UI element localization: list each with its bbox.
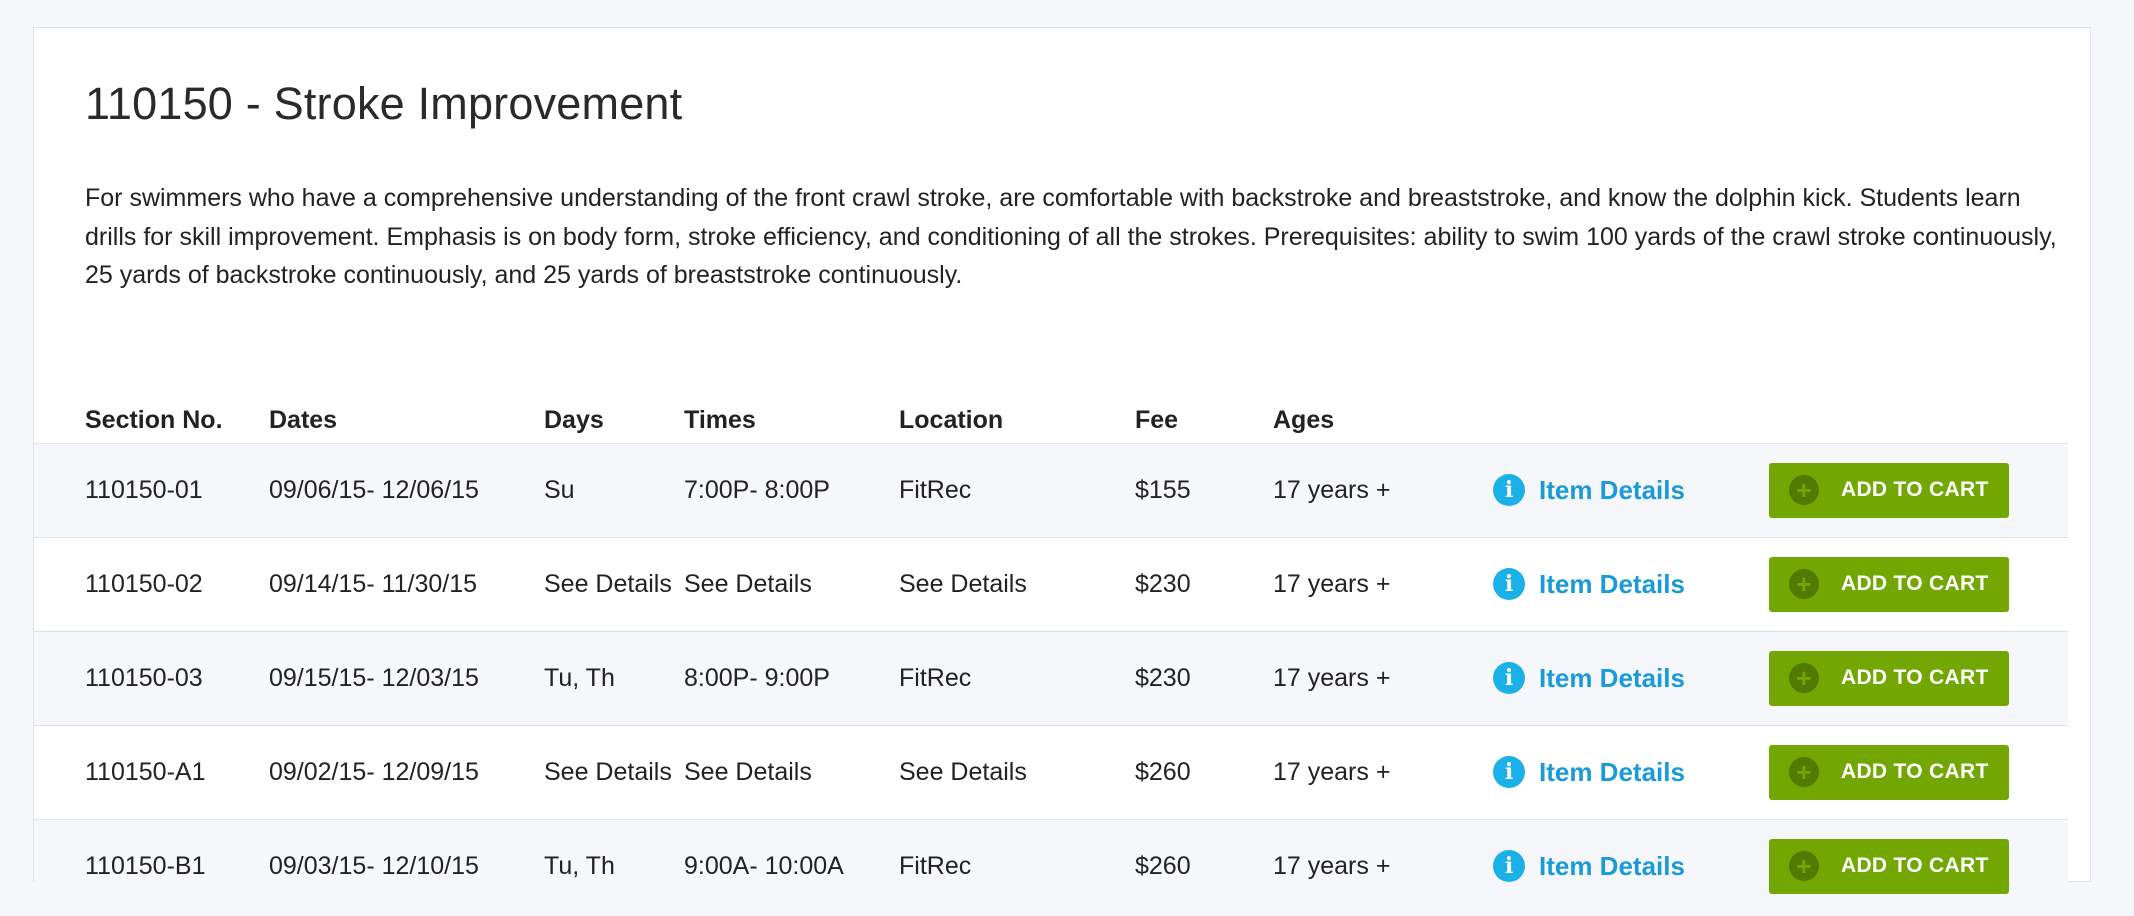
sections-table: Section No. Dates Days Times Location Fe… bbox=[34, 368, 2068, 913]
add-to-cart-label: ADD TO CART bbox=[1841, 572, 1989, 595]
section-ages: 17 years + bbox=[1273, 725, 1493, 820]
item-details-link[interactable]: i Item Details bbox=[1493, 474, 1685, 506]
add-to-cart-label: ADD TO CART bbox=[1841, 478, 1989, 501]
plus-circle-icon: + bbox=[1789, 475, 1819, 505]
info-icon: i bbox=[1493, 850, 1525, 883]
add-to-cart-button[interactable]: + ADD TO CART bbox=[1769, 838, 2009, 894]
details-cell: i Item Details bbox=[1493, 443, 1769, 538]
section-days: See Details bbox=[544, 725, 684, 820]
item-details-link[interactable]: i Item Details bbox=[1493, 568, 1685, 600]
details-cell: i Item Details bbox=[1493, 819, 1769, 913]
add-to-cart-label: ADD TO CART bbox=[1841, 854, 1989, 878]
item-details-link[interactable]: i Item Details bbox=[1493, 662, 1685, 694]
course-description: For swimmers who have a comprehensive un… bbox=[85, 184, 2057, 289]
section-location: See Details bbox=[899, 537, 1135, 632]
item-details-label: Item Details bbox=[1539, 662, 1685, 693]
header-ages: Ages bbox=[1273, 368, 1493, 444]
header-location: Location bbox=[899, 368, 1135, 444]
details-cell: i Item Details bbox=[1493, 537, 1769, 632]
section-fee: $230 bbox=[1135, 631, 1273, 726]
header-details-spacer bbox=[1493, 368, 1769, 444]
item-details-link[interactable]: i Item Details bbox=[1493, 850, 1685, 883]
plus-circle-icon: + bbox=[1789, 663, 1819, 693]
item-details-label: Item Details bbox=[1539, 850, 1685, 881]
info-icon: i bbox=[1493, 474, 1525, 506]
section-ages: 17 years + bbox=[1273, 443, 1493, 538]
cart-cell: + ADD TO CART bbox=[1769, 631, 2068, 726]
cart-cell: + ADD TO CART bbox=[1769, 443, 2068, 538]
header-fee: Fee bbox=[1135, 368, 1273, 444]
section-days: Tu, Th bbox=[544, 819, 684, 913]
add-to-cart-label: ADD TO CART bbox=[1841, 666, 1989, 689]
section-ages: 17 years + bbox=[1273, 631, 1493, 726]
section-ages: 17 years + bbox=[1273, 819, 1493, 913]
info-icon: i bbox=[1493, 756, 1525, 788]
section-ages: 17 years + bbox=[1273, 537, 1493, 632]
details-cell: i Item Details bbox=[1493, 725, 1769, 820]
section-dates: 09/06/15- 12/06/15 bbox=[269, 443, 544, 538]
header-days: Days bbox=[544, 368, 684, 444]
cart-cell: + ADD TO CART bbox=[1769, 819, 2068, 913]
section-times: 8:00P- 9:00P bbox=[684, 631, 899, 726]
add-to-cart-button[interactable]: + ADD TO CART bbox=[1769, 556, 2009, 612]
details-cell: i Item Details bbox=[1493, 631, 1769, 726]
item-details-label: Item Details bbox=[1539, 474, 1685, 505]
section-number: 110150-B1 bbox=[34, 819, 269, 913]
header-times: Times bbox=[684, 368, 899, 444]
plus-circle-icon: + bbox=[1789, 757, 1819, 787]
header-cart-spacer bbox=[1769, 368, 2068, 444]
table-row: 110150-A1 09/02/15- 12/09/15 See Details… bbox=[34, 725, 2068, 820]
section-number: 110150-03 bbox=[34, 631, 269, 726]
header-section: Section No. bbox=[34, 368, 269, 444]
section-fee: $230 bbox=[1135, 537, 1273, 632]
section-location: FitRec bbox=[899, 819, 1135, 913]
section-location: FitRec bbox=[899, 631, 1135, 726]
section-dates: 09/02/15- 12/09/15 bbox=[269, 725, 544, 820]
section-times: See Details bbox=[684, 725, 899, 820]
section-times: 9:00A- 10:00A bbox=[684, 819, 899, 913]
section-fee: $260 bbox=[1135, 725, 1273, 820]
section-number: 110150-A1 bbox=[34, 725, 269, 820]
section-location: See Details bbox=[899, 725, 1135, 820]
course-title: 110150 - Stroke Improvement bbox=[85, 78, 683, 129]
item-details-label: Item Details bbox=[1539, 756, 1685, 787]
info-icon: i bbox=[1493, 662, 1525, 694]
section-fee: $155 bbox=[1135, 443, 1273, 538]
table-row: 110150-03 09/15/15- 12/03/15 Tu, Th 8:00… bbox=[34, 631, 2068, 726]
header-dates: Dates bbox=[269, 368, 544, 444]
section-days: Tu, Th bbox=[544, 631, 684, 726]
plus-circle-icon: + bbox=[1789, 851, 1819, 882]
add-to-cart-button[interactable]: + ADD TO CART bbox=[1769, 462, 2009, 518]
table-row: 110150-02 09/14/15- 11/30/15 See Details… bbox=[34, 537, 2068, 632]
add-to-cart-label: ADD TO CART bbox=[1841, 760, 1989, 783]
section-dates: 09/14/15- 11/30/15 bbox=[269, 537, 544, 632]
add-to-cart-button[interactable]: + ADD TO CART bbox=[1769, 650, 2009, 706]
section-dates: 09/15/15- 12/03/15 bbox=[269, 631, 544, 726]
section-fee: $260 bbox=[1135, 819, 1273, 913]
section-times: 7:00P- 8:00P bbox=[684, 443, 899, 538]
course-card: 110150 - Stroke Improvement For swimmers… bbox=[33, 27, 2091, 913]
cart-cell: + ADD TO CART bbox=[1769, 537, 2068, 632]
section-number: 110150-01 bbox=[34, 443, 269, 538]
section-days: See Details bbox=[544, 537, 684, 632]
add-to-cart-button[interactable]: + ADD TO CART bbox=[1769, 744, 2009, 800]
section-times: See Details bbox=[684, 537, 899, 632]
section-dates: 09/03/15- 12/10/15 bbox=[269, 819, 544, 913]
info-icon: i bbox=[1493, 568, 1525, 600]
item-details-label: Item Details bbox=[1539, 568, 1685, 599]
section-number: 110150-02 bbox=[34, 537, 269, 632]
plus-circle-icon: + bbox=[1789, 569, 1819, 599]
section-days: Su bbox=[544, 443, 684, 538]
section-location: FitRec bbox=[899, 443, 1135, 538]
table-row: 110150-B1 09/03/15- 12/10/15 Tu, Th 9:00… bbox=[34, 819, 2068, 913]
cart-cell: + ADD TO CART bbox=[1769, 725, 2068, 820]
table-row: 110150-01 09/06/15- 12/06/15 Su 7:00P- 8… bbox=[34, 443, 2068, 538]
item-details-link[interactable]: i Item Details bbox=[1493, 756, 1685, 788]
table-header-row: Section No. Dates Days Times Location Fe… bbox=[34, 368, 2068, 444]
